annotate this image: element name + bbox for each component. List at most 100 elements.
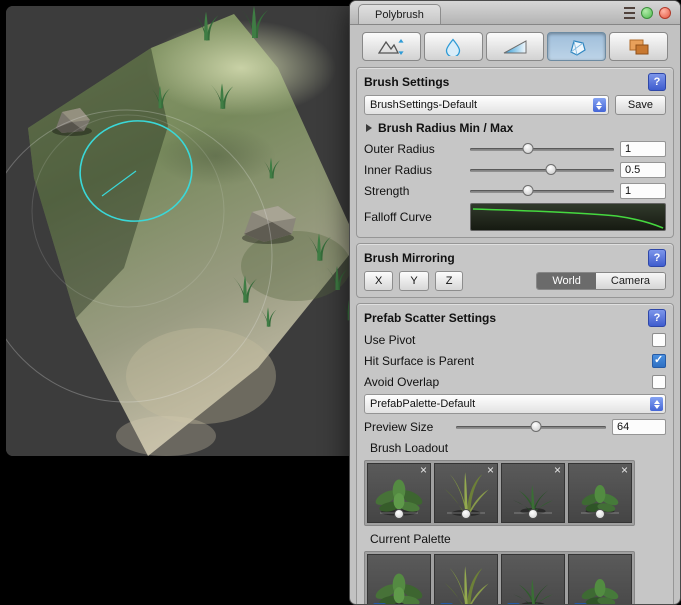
use-pivot-checkbox[interactable] [652,333,666,347]
avoid-overlap-label: Avoid Overlap [364,375,439,389]
use-pivot-label: Use Pivot [364,333,415,347]
slider-track[interactable] [470,169,614,172]
tool-paint-button[interactable] [486,32,545,61]
brush-mirroring-section: Brush Mirroring ? X Y Z World Camera [356,243,674,298]
brush-mirroring-title: Brush Mirroring [364,251,642,265]
spiky-plant-thumbnail [504,565,562,604]
slider-track[interactable] [470,190,614,193]
brush-loadout-strip: × × × × [364,460,635,526]
palette-item-checkbox[interactable] [574,603,587,604]
help-icon[interactable]: ? [648,73,666,91]
loadout-tile[interactable]: × [434,463,498,523]
avoid-overlap-checkbox[interactable] [652,375,666,389]
dropdown-arrows-icon [650,397,663,411]
hit-surface-label: Hit Surface is Parent [364,354,474,368]
outer-radius-field[interactable]: 1 [620,141,666,157]
preview-size-label: Preview Size [364,420,450,434]
leafy-plant-thumbnail [571,565,629,604]
palette-tile[interactable] [367,554,431,604]
outer-radius-label: Outer Radius [364,142,464,156]
window-title: Polybrush [375,9,424,21]
prefab-weight-slider[interactable] [595,509,605,519]
falloff-curve-label: Falloff Curve [364,210,464,224]
inner-radius-slider[interactable] [470,163,614,177]
preview-size-slider[interactable] [456,420,606,434]
brush-loadout-label: Brush Loadout [370,441,448,455]
prefab-scatter-section: Prefab Scatter Settings ? Use Pivot Hit … [356,303,674,604]
brush-radius-foldout[interactable]: Brush Radius Min / Max [364,119,666,136]
help-icon[interactable]: ? [648,249,666,267]
prefab-weight-slider[interactable] [394,509,404,519]
strength-slider[interactable] [470,184,614,198]
help-icon[interactable]: ? [648,309,666,327]
inner-radius-field[interactable]: 0.5 [620,162,666,178]
mirror-x-button[interactable]: X [364,271,393,291]
mountain-arrows-icon [378,38,404,56]
tall-grass-thumbnail [437,565,495,604]
palette-item-checkbox[interactable] [440,603,453,604]
strength-label: Strength [364,184,464,198]
close-icon[interactable] [659,7,671,19]
water-drop-icon [440,38,466,56]
gradient-ramp-icon [502,38,528,56]
mode-toolbar [354,29,676,62]
remove-prefab-icon[interactable]: × [420,464,427,476]
brush-settings-section: Brush Settings ? BrushSettings-Default S… [356,67,674,238]
falloff-curve [471,204,665,230]
palette-item-checkbox[interactable] [507,603,520,604]
strength-field[interactable]: 1 [620,183,666,199]
current-palette-label: Current Palette [370,532,451,546]
remove-prefab-icon[interactable]: × [554,464,561,476]
palette-tile[interactable] [434,554,498,604]
panel-body: Brush Settings ? BrushSettings-Default S… [350,25,680,604]
mirror-space-world[interactable]: World [537,273,596,289]
tool-scatter-button[interactable] [547,32,606,61]
tool-sculpt-button[interactable] [362,32,421,61]
prefab-weight-slider[interactable] [461,509,471,519]
maximize-icon[interactable] [641,7,653,19]
foldout-label: Brush Radius Min / Max [378,121,513,135]
window-controls [624,7,671,19]
outer-radius-slider[interactable] [470,142,614,156]
palette-tile[interactable] [501,554,565,604]
prefab-scatter-title: Prefab Scatter Settings [364,311,642,325]
slider-thumb[interactable] [545,164,556,175]
slider-thumb[interactable] [522,185,533,196]
dropdown-arrows-icon [593,98,606,112]
inner-radius-label: Inner Radius [364,163,464,177]
prism-icon [564,38,590,56]
prefab-weight-slider[interactable] [528,509,538,519]
loadout-tile[interactable]: × [367,463,431,523]
save-button[interactable]: Save [615,95,666,115]
slider-thumb[interactable] [530,421,541,432]
remove-prefab-icon[interactable]: × [487,464,494,476]
window-titlebar: Polybrush [350,1,680,25]
remove-prefab-icon[interactable]: × [621,464,628,476]
current-palette-strip [364,551,635,604]
prefab-palette-dropdown[interactable]: PrefabPalette-Default [364,394,666,414]
palette-tile[interactable] [568,554,632,604]
loadout-tile[interactable]: × [501,463,565,523]
mirror-y-button[interactable]: Y [399,271,428,291]
tool-smooth-button[interactable] [424,32,483,61]
broadleaf-plant-thumbnail [370,565,428,604]
texture-layers-icon [626,38,652,56]
mirror-space-toggle: World Camera [536,272,666,290]
falloff-curve-field[interactable] [470,203,666,231]
prefab-palette-value: PrefabPalette-Default [370,398,475,410]
tool-texture-button[interactable] [609,32,668,61]
loadout-tile[interactable]: × [568,463,632,523]
brush-preset-dropdown[interactable]: BrushSettings-Default [364,95,609,115]
hit-surface-checkbox[interactable] [652,354,666,368]
slider-thumb[interactable] [522,143,533,154]
window-menu-icon[interactable] [624,7,635,19]
palette-item-checkbox[interactable] [373,603,386,604]
brush-settings-title: Brush Settings [364,75,642,89]
mirror-space-camera[interactable]: Camera [596,273,665,289]
mirror-z-button[interactable]: Z [435,271,464,291]
foldout-triangle-icon [366,124,372,132]
preview-size-field[interactable]: 64 [612,419,666,435]
polybrush-window: Polybrush [349,0,681,605]
window-tab[interactable]: Polybrush [358,4,441,24]
slider-track[interactable] [470,148,614,151]
